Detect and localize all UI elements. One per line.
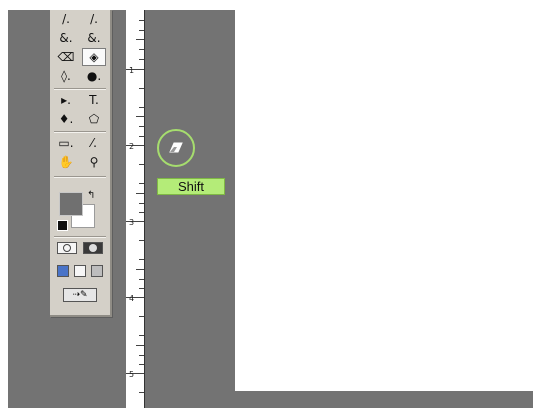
- standard-mode-button[interactable]: [57, 242, 77, 254]
- ruler-tick: [139, 126, 144, 127]
- document-canvas[interactable]: [235, 10, 533, 391]
- vertical-ruler: 1 2 3 4 5: [126, 10, 145, 408]
- standard-screen-mode-button[interactable]: [57, 265, 69, 277]
- default-colors-icon[interactable]: [57, 220, 68, 231]
- ruler-tick: [139, 288, 144, 289]
- ruler-tick: [139, 49, 144, 50]
- blur-tool-button[interactable]: ◊.: [54, 67, 78, 85]
- ruler-tick: [139, 240, 144, 241]
- standard-mode-icon: [63, 244, 71, 252]
- ruler-tick: [139, 335, 144, 336]
- full-screen-menu-mode-button[interactable]: [74, 265, 86, 277]
- jump-to-row: ⇢✎: [57, 287, 103, 303]
- toolbox-divider: [54, 131, 106, 133]
- toolbox-divider: [54, 236, 106, 238]
- eyedropper-icon: ⁄.: [91, 136, 97, 150]
- notes-tool-button[interactable]: ▭.: [54, 134, 78, 152]
- jump-to-imageready-button[interactable]: ⇢✎: [63, 288, 97, 302]
- tool-row-4: ◊. ●.: [54, 67, 106, 85]
- ruler-tick: [139, 212, 144, 213]
- blur-icon: ◊.: [61, 69, 71, 83]
- mask-mode-row: [57, 240, 103, 256]
- ruler-label: 5: [129, 370, 135, 379]
- ruler-tick: [139, 203, 144, 204]
- path-selection-tool-button[interactable]: ▸.: [54, 91, 78, 109]
- cursor-highlight-circle: [157, 129, 195, 167]
- eyedropper-tool-button[interactable]: ⁄.: [82, 134, 106, 152]
- tool-row-5: ▸. T.: [54, 91, 106, 109]
- eraser-icon: [169, 142, 183, 153]
- ruler-tick: [136, 269, 144, 270]
- custom-shape-tool-button[interactable]: ⬠: [82, 110, 106, 128]
- window-frame: /. /. &. &. ⌫ ◈ ◊. ●. ▸. T. ♦. ⬠ ▭. ⁄. ✋…: [0, 0, 533, 408]
- zoom-tool-icon: ⚲: [89, 155, 99, 169]
- ruler-tick: [139, 316, 144, 317]
- custom-shape-icon: ⬠: [88, 112, 100, 126]
- ruler-tick: [139, 20, 144, 21]
- ruler-label: 3: [129, 218, 135, 227]
- hand-tool-icon: ✋: [58, 155, 74, 169]
- pencil-tool-button[interactable]: /.: [82, 10, 106, 28]
- tool-row-3: ⌫ ◈: [54, 48, 106, 66]
- history-brush-tool-button[interactable]: &.: [82, 29, 106, 47]
- ruler-tick: [139, 364, 144, 365]
- toolbox-divider: [54, 176, 106, 178]
- toolbox-panel: /. /. &. &. ⌫ ◈ ◊. ●. ▸. T. ♦. ⬠ ▭. ⁄. ✋…: [50, 10, 112, 317]
- quick-mask-mode-button[interactable]: [83, 242, 103, 254]
- path-selection-icon: ▸.: [61, 93, 71, 107]
- shortcut-key-label: Shift: [157, 178, 225, 195]
- ruler-tick: [139, 279, 144, 280]
- type-tool-button[interactable]: T.: [82, 91, 106, 109]
- ruler-tick: [139, 392, 144, 393]
- ruler-tick: [139, 59, 144, 60]
- swap-colors-icon[interactable]: ↰: [87, 190, 95, 201]
- ruler-tick: [139, 136, 144, 137]
- brush-icon: /.: [62, 12, 70, 26]
- clone-stamp-icon: &.: [59, 31, 73, 45]
- pen-tool-button[interactable]: ♦.: [54, 110, 78, 128]
- ruler-label: 2: [129, 142, 135, 151]
- ruler-tick: [136, 116, 144, 117]
- ruler-label: 1: [129, 66, 135, 75]
- pencil-icon: /.: [90, 12, 98, 26]
- tool-row-8: ✋ ⚲: [54, 153, 106, 171]
- jump-to-icon: ⇢✎: [72, 290, 88, 300]
- tool-row-7: ▭. ⁄.: [54, 134, 106, 152]
- ruler-tick: [136, 193, 144, 194]
- paint-bucket-tool-button[interactable]: ◈: [82, 48, 106, 66]
- ruler-tick: [139, 355, 144, 356]
- zoom-tool-button[interactable]: ⚲: [82, 153, 106, 171]
- notes-icon: ▭.: [58, 136, 74, 150]
- ruler-tick: [139, 30, 144, 31]
- history-brush-icon: &.: [87, 31, 101, 45]
- color-swatches: ↰: [57, 190, 103, 232]
- eraser-icon: ⌫: [57, 50, 75, 64]
- type-tool-icon: T.: [89, 93, 99, 107]
- dodge-icon: ●.: [86, 69, 102, 83]
- pen-tool-icon: ♦.: [58, 112, 74, 126]
- hand-tool-button[interactable]: ✋: [54, 153, 78, 171]
- screen-mode-row: [57, 263, 103, 279]
- eraser-tool-button[interactable]: ⌫: [54, 48, 78, 66]
- tool-row-6: ♦. ⬠: [54, 110, 106, 128]
- clone-stamp-tool-button[interactable]: &.: [54, 29, 78, 47]
- tool-row-2: &. &.: [54, 29, 106, 47]
- brush-tool-button[interactable]: /.: [54, 10, 78, 28]
- tool-row-1: /. /.: [54, 10, 106, 28]
- full-screen-mode-button[interactable]: [91, 265, 103, 277]
- foreground-color-swatch[interactable]: [59, 192, 83, 216]
- quick-mask-icon: [89, 244, 97, 252]
- ruler-tick: [139, 107, 144, 108]
- ruler-tick: [136, 39, 144, 40]
- ruler-tick: [139, 88, 144, 89]
- ruler-tick: [139, 259, 144, 260]
- ruler-label: 4: [129, 294, 135, 303]
- paint-bucket-icon: ◈: [89, 50, 99, 64]
- workspace-area[interactable]: /. /. &. &. ⌫ ◈ ◊. ●. ▸. T. ♦. ⬠ ▭. ⁄. ✋…: [8, 10, 533, 408]
- ruler-tick: [139, 164, 144, 165]
- toolbox-divider: [54, 88, 106, 90]
- ruler-tick: [139, 183, 144, 184]
- dodge-tool-button[interactable]: ●.: [82, 67, 106, 85]
- ruler-tick: [136, 345, 144, 346]
